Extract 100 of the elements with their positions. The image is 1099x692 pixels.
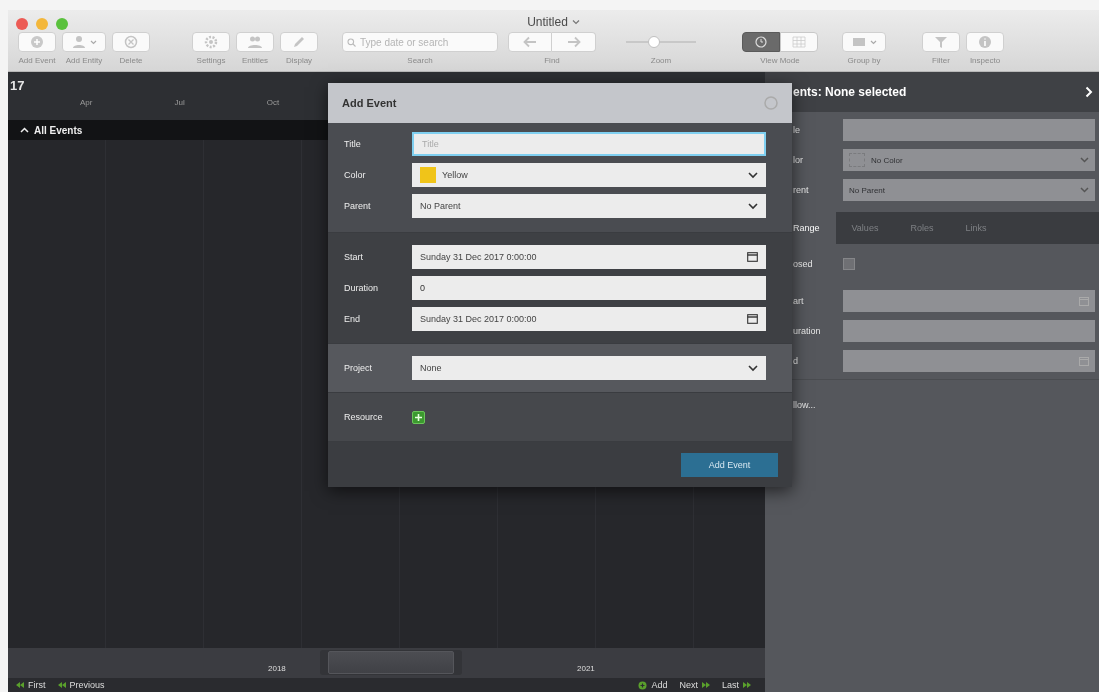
toolbar-button[interactable] (112, 32, 150, 52)
toolbar-button[interactable] (236, 32, 274, 52)
funnel-icon (933, 35, 949, 49)
next-button[interactable]: Next (679, 678, 710, 692)
toolbar-label: Settings (196, 56, 226, 65)
first-button[interactable]: First (16, 678, 46, 692)
toolbar-label: Add Event (18, 56, 56, 65)
toolbar-label: Search (407, 56, 433, 65)
field-label: Start (344, 252, 364, 262)
timeline-scrollbar[interactable] (320, 650, 462, 675)
previous-button[interactable]: Previous (57, 678, 105, 692)
toolbar-button[interactable] (280, 32, 318, 52)
month-label: Jul (174, 98, 185, 107)
chevron-down-icon (1080, 157, 1089, 163)
timeline-view-button[interactable] (742, 32, 780, 52)
toolbar-label: Inspecto (969, 56, 1001, 65)
field-label: le (793, 125, 801, 135)
field-label: osed (793, 259, 814, 269)
add-resource-button[interactable] (412, 410, 425, 424)
date-field[interactable]: Sunday 31 Dec 2017 0:00:00 (412, 245, 766, 269)
toolbar-label: Zoom (650, 56, 672, 65)
toolbar-label: Delete (119, 56, 143, 65)
info-icon (977, 35, 993, 49)
month-label: Oct (266, 98, 280, 107)
double-right-arrow-icon (702, 682, 710, 688)
right-arrow-icon (566, 36, 581, 48)
last-button[interactable]: Last (722, 678, 751, 692)
back-button[interactable] (508, 32, 552, 52)
toolbar-label: Group by (847, 56, 881, 65)
dropdown[interactable]: None (412, 356, 766, 380)
date-field[interactable]: Sunday 31 Dec 2017 0:00:00 (412, 307, 766, 331)
chevron-down-icon (748, 364, 758, 372)
checkbox[interactable] (843, 258, 855, 270)
gear-icon (203, 35, 219, 49)
add-button[interactable]: Add (638, 678, 668, 692)
input-field[interactable] (843, 119, 1095, 141)
left-arrow-icon (523, 36, 537, 48)
chevron-down-icon (1080, 187, 1089, 193)
double-right-arrow-icon (743, 682, 751, 688)
grid-icon (792, 36, 806, 48)
calendar-icon (747, 252, 758, 262)
chevron-right-icon[interactable] (1085, 86, 1093, 98)
minimize-button[interactable] (36, 18, 48, 30)
menu-button[interactable] (62, 32, 106, 52)
dropdown[interactable]: Yellow (412, 163, 766, 187)
window-title: Untitled (527, 15, 568, 29)
field-label: art (793, 296, 805, 306)
close-button[interactable] (16, 18, 28, 30)
year-label: 2018 (268, 664, 286, 673)
dropdown[interactable]: No Parent (412, 194, 766, 218)
forward-button[interactable] (552, 32, 596, 52)
person-icon (71, 35, 87, 49)
toolbar-label: Add Entity (65, 56, 103, 65)
toolbar-label: Display (285, 56, 313, 65)
field-label: Title (344, 139, 362, 149)
search-icon (347, 38, 356, 47)
zoom-button[interactable] (56, 18, 68, 30)
caret-icon (90, 39, 97, 45)
date-field[interactable] (843, 290, 1095, 312)
year-label: 2021 (577, 664, 595, 673)
field-label: Color (344, 170, 367, 180)
caret-icon[interactable] (571, 19, 580, 25)
calendar-icon (747, 314, 758, 324)
menu-button[interactable] (842, 32, 886, 52)
field-label: Project (344, 363, 373, 373)
calendar-icon (1079, 356, 1089, 366)
dropdown[interactable]: No Color (843, 149, 1095, 171)
toolbar-button[interactable] (192, 32, 230, 52)
dialog-title: Add Event (342, 97, 397, 109)
inspector-title: ents: None selected (793, 85, 907, 99)
field-label: lor (793, 155, 804, 165)
pencil-icon (291, 35, 307, 49)
field-label: uration (793, 326, 822, 336)
double-left-arrow-icon (16, 682, 24, 688)
field-label: d (793, 356, 799, 366)
month-label: Apr (80, 98, 93, 107)
double-left-arrow-icon (57, 682, 66, 688)
toolbar-button[interactable] (966, 32, 1004, 52)
field-label: End (344, 314, 361, 324)
input-field[interactable] (843, 320, 1095, 342)
dropdown[interactable]: No Parent (843, 179, 1095, 201)
chevron-down-icon (748, 171, 758, 179)
caret-icon (870, 39, 877, 45)
input-field[interactable]: 0 (412, 276, 766, 300)
clock-icon (755, 36, 767, 48)
field-label: Duration (344, 283, 380, 293)
close-icon[interactable] (764, 96, 778, 110)
caret-up-icon (20, 127, 29, 133)
date-field[interactable] (843, 350, 1095, 372)
title-field[interactable]: Title (412, 132, 766, 156)
add-event-button[interactable]: Add Event (681, 452, 778, 477)
cross-icon (123, 35, 139, 49)
year-label: 17 (10, 78, 25, 93)
field-label: Resource (344, 412, 384, 422)
toolbar-label: View Mode (760, 56, 800, 65)
toolbar-button[interactable] (922, 32, 960, 52)
link[interactable]: llow... (793, 400, 816, 410)
toolbar-button[interactable] (18, 32, 56, 52)
chevron-down-icon (748, 202, 758, 210)
search-field[interactable]: Type date or search (342, 32, 498, 52)
